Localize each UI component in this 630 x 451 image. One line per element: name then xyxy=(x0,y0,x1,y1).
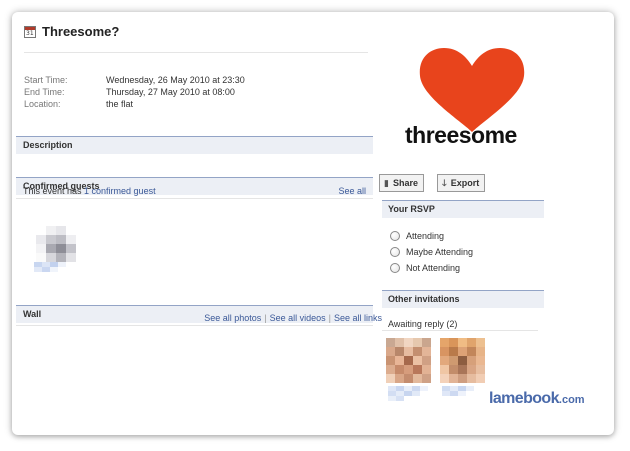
share-button[interactable]: ▮ Share xyxy=(379,174,424,192)
rsvp-option-label: Attending xyxy=(406,231,445,241)
awaiting-reply-label: Awaiting reply (2) xyxy=(388,319,458,329)
page-title: Threesome? xyxy=(42,24,120,39)
rsvp-option-not-attending[interactable]: Not Attending xyxy=(390,263,460,273)
end-time-row: End Time: Thursday, 27 May 2010 at 08:00 xyxy=(24,86,245,98)
share-button-label: Share xyxy=(392,178,418,188)
radio-button[interactable] xyxy=(390,263,400,273)
watermark-brand: lamebook xyxy=(489,390,559,407)
rsvp-option-attending[interactable]: Attending xyxy=(390,231,444,241)
invitee-avatar-2[interactable] xyxy=(440,338,485,383)
logo-wordmark: threesome xyxy=(405,122,517,148)
link-separator: | xyxy=(328,313,331,323)
radio-button[interactable] xyxy=(390,231,400,241)
other-invitations-header: Other invitations xyxy=(382,290,544,308)
link-separator: | xyxy=(264,313,267,323)
end-time-value: Thursday, 27 May 2010 at 08:00 xyxy=(106,87,235,97)
rsvp-header: Your RSVP xyxy=(382,200,544,218)
see-all-photos-link[interactable]: See all photos xyxy=(204,313,261,323)
start-time-row: Start Time: Wednesday, 26 May 2010 at 23… xyxy=(24,74,245,86)
see-all-videos-link[interactable]: See all videos xyxy=(270,313,326,323)
invitee-name-blurred-1[interactable] xyxy=(388,386,428,401)
location-label: Location: xyxy=(24,99,61,109)
divider xyxy=(16,325,373,326)
see-all-links-link[interactable]: See all links xyxy=(334,313,382,323)
watermark-tld: .com xyxy=(558,394,585,406)
rsvp-option-label: Not Attending xyxy=(406,263,461,273)
start-time-value: Wednesday, 26 May 2010 at 23:30 xyxy=(106,75,245,85)
heart-logo-icon xyxy=(419,48,525,132)
location-row: Location: the flat xyxy=(24,98,245,110)
share-icon: ▮ xyxy=(384,178,389,188)
export-button[interactable]: 🡓 Export xyxy=(437,174,486,192)
rsvp-option-label: Maybe Attending xyxy=(406,247,474,257)
calendar-icon: 31 xyxy=(24,25,36,38)
guest-avatar[interactable] xyxy=(36,226,76,262)
description-header: Description xyxy=(16,136,373,154)
event-title-row: 31 Threesome? xyxy=(24,24,119,39)
download-arrow-icon: 🡓 xyxy=(442,178,447,188)
export-button-label: Export xyxy=(450,178,480,188)
lamebook-watermark: lamebook.com xyxy=(489,390,585,408)
event-info: Start Time: Wednesday, 26 May 2010 at 23… xyxy=(24,74,245,110)
divider xyxy=(382,330,538,331)
radio-button[interactable] xyxy=(390,247,400,257)
invitee-name-blurred-2[interactable] xyxy=(442,386,474,396)
location-value: the flat xyxy=(106,99,134,109)
wall-links: See all photos | See all videos | See all li… xyxy=(204,313,382,323)
divider xyxy=(16,198,373,199)
confirmed-guest-link[interactable]: 1 confirmed guest xyxy=(84,186,156,196)
end-time-label: End Time: xyxy=(24,87,65,97)
see-all-guests-link[interactable]: See all xyxy=(338,186,366,196)
divider xyxy=(24,52,368,53)
invitee-avatar-1[interactable] xyxy=(386,338,431,383)
guest-summary-prefix: This event has xyxy=(23,186,85,196)
rsvp-option-maybe[interactable]: Maybe Attending xyxy=(390,247,473,257)
start-time-label: Start Time: xyxy=(24,75,68,85)
guest-name-blurred[interactable] xyxy=(34,262,66,272)
guest-summary-text: This event has 1 confirmed guest xyxy=(23,186,156,196)
guest-summary: This event has 1 confirmed guest See all xyxy=(23,186,366,196)
